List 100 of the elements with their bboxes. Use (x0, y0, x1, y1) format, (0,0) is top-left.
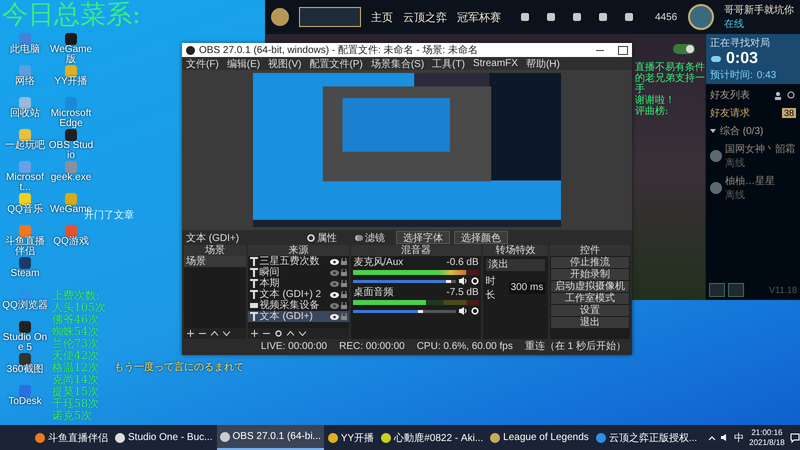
taskbar-item[interactable]: 斗鱼直播伴侣 (32, 425, 111, 450)
move-up-icon[interactable] (211, 330, 218, 337)
lock-icon[interactable] (341, 313, 348, 320)
notification-icon[interactable] (790, 432, 800, 442)
lock-icon[interactable] (341, 269, 348, 276)
remove-icon[interactable] (262, 330, 270, 337)
duration-field[interactable]: 300 ms (508, 282, 546, 294)
move-down-icon[interactable] (223, 330, 230, 337)
source-item[interactable]: 本期 (248, 278, 350, 289)
source-toolbar-button[interactable]: 滤镜 (348, 231, 392, 244)
counter-line: 人头105次 (52, 302, 106, 314)
taskbar-item[interactable]: OBS 27.0.1 (64-bi... (216, 425, 324, 450)
taskbar-item[interactable]: 心動鹿#0822 - Aki... (378, 425, 486, 450)
source-toolbar-button[interactable]: 选择颜色 (454, 231, 508, 244)
menu-item[interactable]: 帮助(H) (526, 56, 560, 70)
add-friend-icon[interactable] (774, 90, 783, 100)
counter-line: 格温12次 (52, 362, 100, 374)
nav-tab[interactable]: 主页 (371, 10, 393, 24)
menu-item[interactable]: 编辑(E) (226, 56, 260, 70)
scene-item[interactable]: 场景 (184, 256, 246, 267)
search-icon[interactable] (787, 90, 796, 100)
play-button[interactable] (299, 7, 361, 27)
app-icon[interactable] (65, 33, 77, 45)
nav-icon[interactable] (623, 11, 635, 23)
taskbar-label: YY开播 (340, 432, 374, 444)
remove-icon[interactable] (199, 330, 206, 337)
input-method-indicator[interactable]: 中 (734, 430, 744, 444)
counter-line: 天使42次 (52, 350, 100, 362)
controller-icon (710, 53, 722, 65)
caret-icon[interactable] (710, 128, 716, 134)
eye-icon[interactable] (330, 292, 340, 298)
menu-item[interactable]: 场景集合(S) (370, 56, 424, 70)
app-icon[interactable] (19, 65, 31, 77)
dock-header: 场景 (184, 245, 246, 256)
nav-icon[interactable] (571, 11, 583, 23)
menu-item[interactable]: 文件(F) (186, 56, 219, 70)
source-item[interactable]: 视频采集设备 (248, 300, 350, 311)
friend-name[interactable]: 国网女神丶韶霜 (725, 142, 795, 156)
settings-icon[interactable] (274, 330, 282, 337)
menu-item[interactable]: StreamFX (472, 58, 518, 69)
live-status: LIVE: 00:00:00 (260, 340, 328, 352)
player-name: 哥哥新手就坑你 (724, 4, 794, 17)
lock-icon[interactable] (341, 291, 348, 298)
lock-icon[interactable] (341, 302, 348, 309)
control-button[interactable]: 停止推流 (551, 257, 629, 268)
move-up-icon[interactable] (286, 330, 294, 337)
friend-requests-link[interactable]: 好友请求 (710, 106, 750, 120)
app-icon[interactable] (19, 353, 31, 365)
taskbar-item[interactable]: League of Legends (487, 425, 592, 450)
clock-date: 2021/8/18 (749, 438, 785, 448)
channel-reading: -0.6 dB (446, 258, 479, 268)
nav-icon[interactable] (597, 11, 609, 23)
friend-name[interactable]: 柚柚…星星 (725, 174, 775, 188)
app-icon[interactable] (65, 65, 77, 77)
add-icon[interactable] (187, 330, 194, 337)
control-button[interactable]: 退出 (551, 317, 629, 328)
menu-item[interactable]: 视图(V) (268, 56, 302, 70)
app-icon[interactable] (65, 129, 77, 141)
eye-icon[interactable] (330, 258, 340, 264)
add-icon[interactable] (250, 330, 258, 337)
control-button[interactable]: 工作室模式 (551, 293, 629, 304)
friend-group[interactable]: 综合 (0/3) (720, 124, 764, 138)
volume-slider[interactable] (353, 280, 456, 282)
control-button[interactable]: 启动虚拟摄像机 (551, 281, 629, 292)
nav-icon[interactable] (545, 11, 557, 23)
menu-item[interactable]: 工具(T) (432, 56, 465, 70)
source-item[interactable]: 文本 (GDI+) (248, 311, 350, 322)
taskbar-item[interactable]: 云顶之弈正版授权... (592, 425, 700, 450)
nav-icon[interactable] (519, 11, 531, 23)
avatar-icon[interactable] (688, 4, 714, 30)
lyric-subtitle: もう一度って言にのるまれて (114, 360, 244, 374)
transition-dropdown[interactable]: 淡出 (486, 259, 546, 271)
source-toolbar-button[interactable]: 选择字体 (396, 231, 450, 244)
speaker-icon[interactable] (458, 277, 468, 285)
eye-icon[interactable] (330, 314, 340, 320)
control-button[interactable]: 设置 (551, 305, 629, 316)
friends-title: 好友列表 (710, 88, 750, 102)
volume-slider[interactable] (353, 310, 456, 312)
queue-heading: 正在寻找对局 (710, 36, 771, 50)
taskbar-item[interactable]: Studio One - Buc... (112, 425, 216, 450)
chevron-icon[interactable] (708, 434, 716, 442)
source-toolbar-button[interactable]: 属性 (300, 231, 344, 244)
menu-item[interactable]: 配置文件(P) (309, 56, 363, 70)
source-item[interactable]: 三星五费次数 (248, 256, 350, 267)
toggle-switch[interactable] (673, 44, 695, 54)
taskbar-item[interactable]: YY开播 (324, 425, 378, 450)
nav-tab[interactable]: 云顶之弈 (403, 10, 447, 24)
logo-icon[interactable] (271, 8, 289, 26)
move-down-icon[interactable] (298, 330, 306, 337)
source-item[interactable]: 瞬间 (248, 267, 350, 278)
maximize-button[interactable] (618, 46, 628, 54)
control-button[interactable]: 开始录制 (551, 269, 629, 280)
nav-tab[interactable]: 冠军杯赛 (457, 10, 501, 24)
dock-header: 控件 (550, 245, 630, 256)
lock-icon[interactable] (341, 258, 348, 265)
speaker-icon[interactable] (458, 307, 468, 315)
source-item[interactable]: 文本 (GDI+) 2 (248, 289, 350, 300)
app-icon[interactable] (19, 257, 31, 269)
lock-icon[interactable] (341, 280, 348, 287)
app-icon[interactable] (19, 321, 31, 333)
